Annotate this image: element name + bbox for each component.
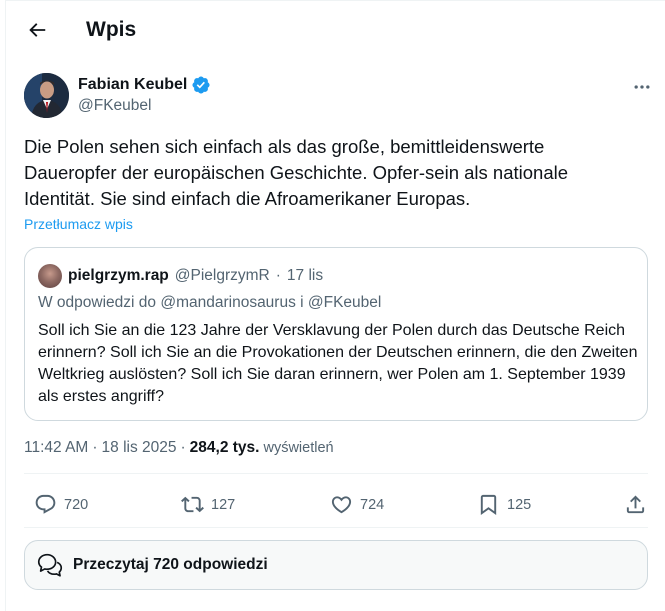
bookmark-icon (480, 494, 497, 515)
author-name[interactable]: Fabian Keubel (78, 76, 187, 94)
quote-header: pielgrzym.rap @PielgrzymR · 17 lis (38, 264, 323, 288)
more-options-button[interactable] (630, 75, 654, 99)
share-icon (626, 495, 645, 514)
divider (24, 527, 648, 528)
author-handle[interactable]: @FKeubel (78, 97, 151, 115)
verified-badge-icon (192, 76, 210, 94)
like-count: 724 (360, 496, 385, 513)
read-replies-button[interactable]: Przeczytaj 720 odpowiedzi (24, 540, 648, 590)
quote-text: Soll ich Sie an die 123 Jahre der Verskl… (38, 322, 638, 405)
back-button[interactable] (22, 15, 52, 45)
page-title: Wpis (86, 18, 137, 41)
action-bar: 720 127 724 125 (24, 489, 648, 523)
like-button[interactable]: 724 (330, 493, 384, 516)
tweet-date[interactable]: 18 lis 2025 (102, 439, 177, 457)
author-row: Fabian Keubel @FKeubel (24, 73, 654, 119)
chat-bubbles-icon (37, 553, 63, 577)
quote-reply-context: W odpowiedzi do @mandarinosaurus i @FKeu… (38, 294, 382, 311)
tweet-detail-page: Wpis Fabian Keubel @FKeubel Die Polen se… (5, 0, 665, 611)
quoted-tweet[interactable]: pielgrzym.rap @PielgrzymR · 17 lis W odp… (24, 247, 648, 421)
repost-button[interactable]: 127 (181, 493, 235, 516)
quote-author-handle[interactable]: @PielgrzymR (175, 267, 270, 285)
meta-separator: · (180, 439, 186, 456)
tweet-text: Die Polen sehen sich einfach als das gro… (24, 136, 569, 209)
bookmark-count: 125 (507, 496, 532, 513)
author-name-row[interactable]: Fabian Keubel (78, 75, 211, 95)
reply-icon (35, 494, 56, 514)
quote-author-name[interactable]: pielgrzym.rap (68, 267, 169, 285)
share-button[interactable] (624, 493, 647, 516)
more-dots-icon (634, 85, 650, 89)
view-count-label: wyświetleń (263, 440, 334, 456)
quote-separator: · (275, 267, 281, 284)
quote-avatar[interactable] (38, 264, 62, 288)
arrow-left-icon (29, 23, 46, 37)
reply-button[interactable]: 720 (34, 493, 88, 516)
tweet-meta: 11:42 AM · 18 lis 2025 · 284,2 tys. wyśw… (24, 439, 334, 457)
avatar-photo (24, 73, 69, 118)
bookmark-button[interactable]: 125 (477, 493, 531, 516)
page-header: Wpis (6, 1, 665, 61)
repost-count: 127 (211, 496, 236, 513)
view-count: 284,2 tys. (189, 439, 260, 456)
reply-count: 720 (64, 496, 89, 513)
repost-icon (181, 496, 204, 513)
meta-separator: · (92, 439, 98, 456)
translate-post-link[interactable]: Przetłumacz wpis (24, 216, 133, 232)
read-replies-label: Przeczytaj 720 odpowiedzi (73, 556, 268, 573)
tweet-time[interactable]: 11:42 AM (24, 439, 88, 457)
quote-date[interactable]: 17 lis (287, 267, 323, 285)
divider (24, 473, 648, 474)
author-avatar[interactable] (24, 73, 69, 118)
heart-icon (331, 496, 352, 514)
